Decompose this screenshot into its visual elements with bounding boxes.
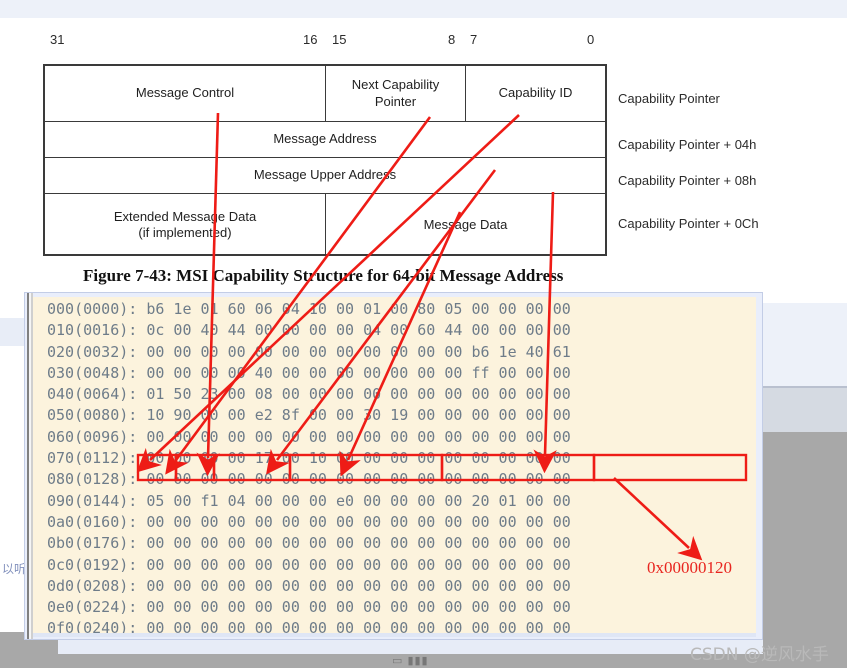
- hex-dump-row: 070(0112): 00 00 00 00 17 00 10 00 00 00…: [47, 449, 571, 468]
- hex-dump-row: 0a0(0160): 00 00 00 00 00 00 00 00 00 00…: [47, 512, 571, 531]
- hex-dump-body[interactable]: 000(0000): b6 1e 01 60 06 04 10 00 01 00…: [33, 297, 756, 633]
- msi-capability-figure: 31 16 15 8 7 0 Message Control Next Capa…: [0, 18, 763, 288]
- field-next-capability-pointer-line1: Next Capability Pointer: [351, 77, 440, 109]
- hex-dump-row: 0e0(0224): 00 00 00 00 00 00 00 00 00 00…: [47, 598, 571, 617]
- hex-dump-row: 040(0064): 01 50 23 00 08 00 00 00 00 00…: [47, 385, 571, 404]
- register-layout-table: Message Control Next Capability Pointer C…: [43, 64, 607, 256]
- field-message-address: Message Address: [273, 131, 377, 147]
- figure-caption: Figure 7-43: MSI Capability Structure fo…: [83, 266, 564, 285]
- panel-left-bevel: [25, 293, 33, 639]
- field-message-control: Message Control: [45, 66, 326, 121]
- hex-dump-row: 0d0(0208): 00 00 00 00 00 00 00 00 00 00…: [47, 576, 571, 595]
- right-blue-band: [763, 388, 847, 432]
- register-row-0ch: Extended Message Data (if implemented) Me…: [45, 194, 605, 256]
- hex-dump-row: 010(0016): 0c 00 40 44 00 00 00 00 04 00…: [47, 321, 571, 340]
- bit-label-7: 7: [470, 32, 478, 47]
- bit-label-16: 16: [303, 32, 318, 47]
- hex-dump-row: 090(0144): 05 00 f1 04 00 00 00 e0 00 00…: [47, 491, 571, 510]
- hex-dump-row: 0f0(0240): 00 00 00 00 00 00 00 00 00 00…: [47, 619, 571, 633]
- field-extended-message-data-text: Extended Message Data (if implemented): [113, 208, 257, 240]
- field-message-data: Message Data: [423, 216, 508, 232]
- field-message-upper-address: Message Upper Address: [253, 167, 397, 183]
- field-next-capability-pointer: Next Capability Pointer: [326, 66, 466, 121]
- csdn-watermark: CSDN @逆风水手: [690, 645, 829, 665]
- hex-dump-row: 050(0080): 10 90 00 00 e2 8f 00 00 30 19…: [47, 406, 571, 425]
- left-edge-partial-text: 以听: [2, 562, 27, 576]
- offset-label-04h: Capability Pointer + 04h: [618, 137, 757, 152]
- hex-dump-row: 000(0000): b6 1e 01 60 06 04 10 00 01 00…: [47, 300, 571, 318]
- hex-dump-row: 0c0(0192): 00 00 00 00 00 00 00 00 00 00…: [47, 555, 571, 574]
- hex-dump-panel[interactable]: 000(0000): b6 1e 01 60 06 04 10 00 01 00…: [24, 292, 763, 640]
- hex-dump-row: 020(0032): 00 00 00 00 00 00 00 00 00 00…: [47, 342, 571, 361]
- offset-label-00h: Capability Pointer: [618, 91, 720, 106]
- register-row-08h: Message Upper Address: [45, 158, 605, 194]
- taskbar-buttons-icon[interactable]: ▭ ▮▮▮: [392, 654, 442, 667]
- hex-horizontal-scrollbar[interactable]: [33, 633, 756, 637]
- bit-label-8: 8: [448, 32, 456, 47]
- offset-label-0ch: Capability Pointer + 0Ch: [618, 216, 759, 231]
- desktop-top-band: [0, 0, 847, 18]
- right-lavender-band: [763, 303, 847, 387]
- offset-label-08h: Capability Pointer + 08h: [618, 173, 757, 188]
- annotation-message-data-value: 0x00000120: [647, 558, 732, 577]
- field-extended-message-data: Extended Message Data (if implemented): [45, 194, 326, 256]
- bit-label-31: 31: [50, 32, 65, 47]
- hex-dump-row: 0b0(0176): 00 00 00 00 00 00 00 00 00 00…: [47, 534, 571, 553]
- register-row-04h: Message Address: [45, 122, 605, 158]
- bit-label-15: 15: [332, 32, 347, 47]
- hex-dump-rows: 000(0000): b6 1e 01 60 06 04 10 00 01 00…: [47, 299, 571, 633]
- bit-label-0: 0: [587, 32, 595, 47]
- hex-dump-row: 060(0096): 00 00 00 00 00 00 00 00 00 00…: [47, 427, 571, 446]
- hex-dump-row: 080(0128): 00 00 00 00 00 00 00 00 00 00…: [47, 470, 571, 489]
- hex-dump-row: 030(0048): 00 00 00 00 40 00 00 00 00 00…: [47, 363, 571, 382]
- field-capability-id: Capability ID: [498, 85, 573, 101]
- register-row-00h: Message Control Next Capability Pointer C…: [45, 66, 605, 122]
